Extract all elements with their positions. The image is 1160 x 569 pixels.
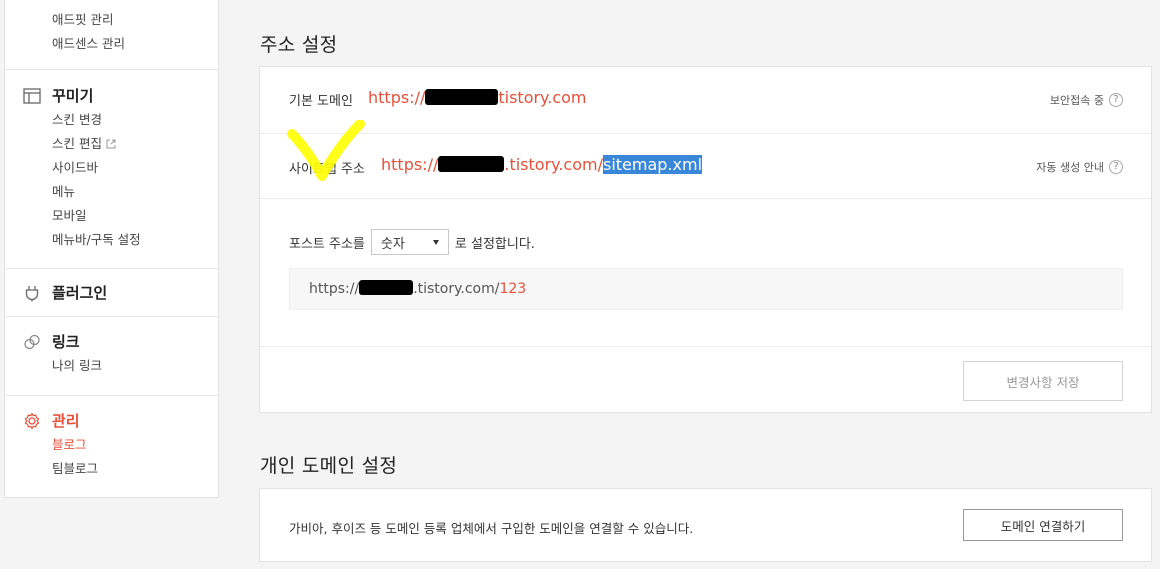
- personal-domain-desc: 가비아, 후이즈 등 도메인 등록 업체에서 구입한 도메인을 연결할 수 있습…: [289, 521, 694, 536]
- caret-down-icon: [432, 239, 439, 245]
- address-settings-heading: 주소 설정: [260, 34, 338, 56]
- auto-generate-text: 자동 생성 안내: [1036, 161, 1104, 174]
- redaction-mark: [438, 156, 505, 172]
- sitemap-url-middle: .tistory.com/: [504, 155, 603, 174]
- gear-icon: [24, 412, 40, 430]
- redaction-mark: [359, 280, 414, 295]
- post-address-select[interactable]: 숫자: [370, 229, 449, 255]
- sidebar-head-link[interactable]: 링크: [5, 330, 218, 354]
- sidebar-item-blog[interactable]: 블로그: [5, 433, 218, 457]
- question-icon: ?: [1109, 160, 1123, 174]
- default-domain-label: 기본 도메인: [289, 94, 353, 109]
- default-domain-url[interactable]: https:// tistory.com: [368, 88, 587, 107]
- redaction-mark: [425, 89, 499, 105]
- sidebar-title-manage: 관리: [52, 412, 80, 430]
- address-settings-card: 기본 도메인 https://tistory.com 보안접속 중? 사이트맵 …: [259, 66, 1152, 413]
- sidebar-item-mobile[interactable]: 모바일: [5, 204, 218, 228]
- sidebar-section-manage: 관리 블로그 팀블로그: [5, 396, 218, 498]
- link-icon: [24, 334, 40, 350]
- post-address-preview: https:// .tistory.com/123: [289, 268, 1123, 310]
- post-address-suffix: 로 설정합니다.: [454, 236, 535, 252]
- save-changes-button[interactable]: 변경사항 저장: [963, 361, 1123, 401]
- sidebar-item-adfit[interactable]: 애드핏 관리: [5, 8, 218, 32]
- sitemap-row: 사이트맵 주소 https://.tistory.com/sitemap.xml…: [260, 134, 1151, 199]
- sidebar-item-skin-change[interactable]: 스킨 변경: [5, 108, 218, 132]
- sidebar-title-plugin: 플러그인: [52, 284, 108, 302]
- sidebar-item-skin-edit[interactable]: 스킨 편집: [5, 132, 218, 156]
- secure-connection-help[interactable]: 보안접속 중?: [1050, 92, 1123, 108]
- sidebar-item-menu[interactable]: 메뉴: [5, 180, 218, 204]
- sidebar-section-link: 링크 나의 링크: [5, 317, 218, 396]
- personal-domain-card: 가비아, 후이즈 등 도메인 등록 업체에서 구입한 도메인을 연결할 수 있습…: [259, 488, 1152, 562]
- default-domain-row: 기본 도메인 https:// tistory.com 보안접속 중?: [260, 67, 1151, 134]
- default-domain-url-suffix: tistory.com: [498, 88, 587, 107]
- sidebar-item-team-blog[interactable]: 팀블로그: [5, 457, 218, 481]
- sidebar-head-plugin[interactable]: 플러그인: [5, 281, 218, 305]
- sidebar-item-skin-edit-label: 스킨 편집: [52, 136, 102, 151]
- sitemap-url-prefix: https://: [381, 155, 439, 174]
- sitemap-url[interactable]: https:// .tistory.com/sitemap.xml: [381, 155, 703, 174]
- sidebar-section-plugin: 플러그인: [5, 269, 218, 317]
- sidebar-head-decorate[interactable]: 꾸미기: [5, 84, 218, 108]
- question-icon: ?: [1109, 93, 1123, 107]
- preview-number: 123: [499, 281, 527, 297]
- layout-icon: [23, 88, 41, 104]
- sidebar-item-menubar[interactable]: 메뉴바/구독 설정: [5, 228, 218, 252]
- post-address-selected: 숫자: [380, 236, 405, 252]
- auto-generate-help[interactable]: 자동 생성 안내?: [1036, 159, 1123, 175]
- sidebar-item-sidebar[interactable]: 사이드바: [5, 156, 218, 180]
- preview-middle: .tistory.com/: [413, 281, 500, 297]
- personal-domain-heading: 개인 도메인 설정: [260, 455, 398, 477]
- yellow-check-annotation: [287, 120, 365, 181]
- sidebar-item-my-link[interactable]: 나의 링크: [5, 354, 218, 378]
- plug-icon: [25, 286, 39, 302]
- sidebar-section-ads: 애드핏 관리 애드센스 관리: [5, 0, 218, 70]
- post-address-prefix: 포스트 주소를: [289, 236, 365, 252]
- post-address-row: 포스트 주소를 숫자 로 설정합니다. https:// .tistory.com…: [260, 199, 1151, 347]
- sidebar-item-adsense[interactable]: 애드센스 관리: [5, 32, 218, 56]
- sidebar-head-manage[interactable]: 관리: [5, 409, 218, 433]
- sidebar: 애드핏 관리 애드센스 관리 꾸미기 스킨 변경 스킨 편집 사이드바 메뉴 모…: [4, 0, 219, 498]
- connect-domain-button[interactable]: 도메인 연결하기: [963, 509, 1123, 541]
- default-domain-url-prefix: https://: [368, 88, 426, 107]
- sidebar-title-link: 링크: [52, 333, 80, 351]
- sidebar-title-decorate: 꾸미기: [52, 87, 94, 105]
- post-address-line: 포스트 주소를 숫자 로 설정합니다.: [289, 229, 535, 255]
- sitemap-url-selected: sitemap.xml: [602, 155, 703, 174]
- secure-connection-text: 보안접속 중: [1049, 94, 1104, 107]
- external-link-icon: [106, 139, 116, 149]
- sidebar-section-decorate: 꾸미기 스킨 변경 스킨 편집 사이드바 메뉴 모바일 메뉴바/구독 설정: [5, 70, 218, 269]
- preview-prefix: https://: [309, 281, 360, 297]
